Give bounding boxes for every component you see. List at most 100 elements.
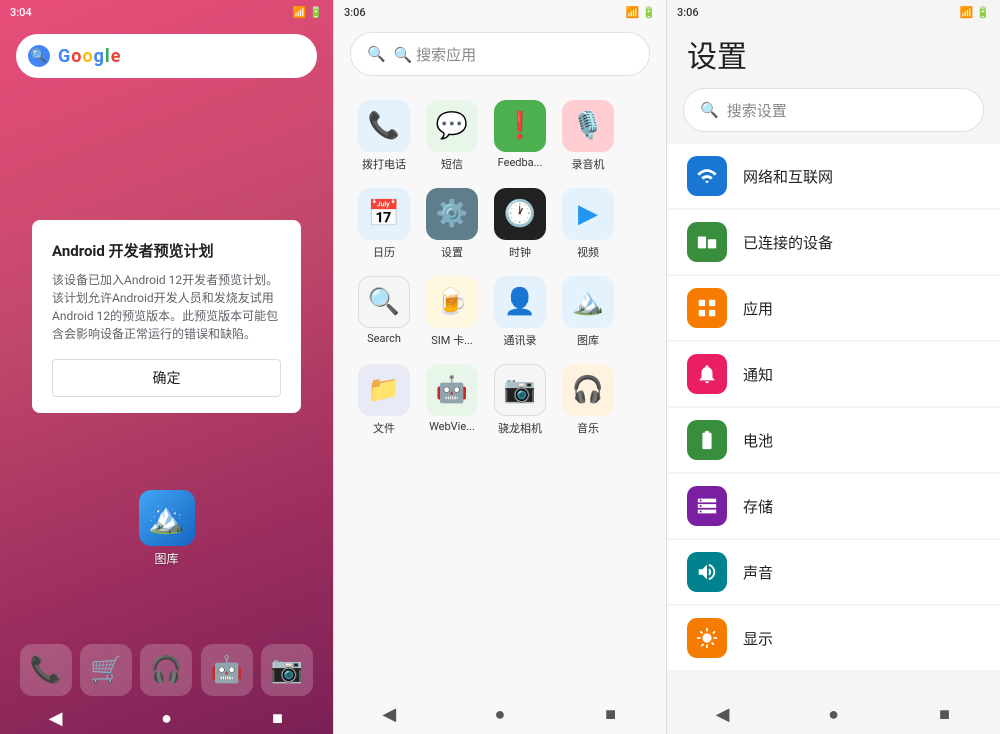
dock-phone[interactable]: 📞 (20, 644, 72, 696)
screen1-home-button[interactable]: ● (155, 706, 179, 730)
app-files-label: 文件 (373, 420, 395, 436)
app-contacts-label: 通讯录 (504, 332, 537, 348)
dock-apps-row: 📞 🛒 🎧 🤖 📷 (0, 634, 333, 706)
screen3-settings: 3:06 📶 🔋 设置 🔍 搜索设置 网络和互联网 已连接的设备 (667, 0, 1000, 734)
screen2-appdrawer: 3:06 📶 🔋 🔍 🔍 搜索应用 📞 拨打电话 💬 短信 ❗ (333, 0, 667, 734)
app-contacts-icon: 👤 (494, 276, 546, 328)
app-feedback[interactable]: ❗ Feedba... (490, 100, 550, 172)
settings-connected-label: 已连接的设备 (743, 232, 833, 253)
screen1-recents-button[interactable]: ■ (266, 706, 290, 730)
screen3-statusbar-right: 📶 🔋 (960, 6, 990, 19)
settings-notifications-label: 通知 (743, 364, 773, 385)
dock-camera[interactable]: 📷 (261, 644, 313, 696)
search-apps-bar[interactable]: 🔍 🔍 搜索应用 (350, 32, 650, 76)
bottom-dock: 📞 🛒 🎧 🤖 📷 ◀ ● ■ (0, 634, 333, 734)
settings-item-network[interactable]: 网络和互联网 (667, 144, 1000, 208)
app-recorder-label: 录音机 (572, 156, 605, 172)
screen3-home-button[interactable]: ● (822, 702, 846, 726)
app-webview-label: WebVie... (429, 420, 475, 433)
screen3-back-button[interactable]: ◀ (711, 702, 735, 726)
screen2-back-button[interactable]: ◀ (377, 702, 401, 726)
app-settings[interactable]: ⚙️ 设置 (422, 188, 482, 260)
search-apps-placeholder: 🔍 搜索应用 (394, 44, 476, 65)
app-feedback-icon: ❗ (494, 100, 546, 152)
settings-item-sound[interactable]: 声音 (667, 540, 1000, 604)
settings-item-battery[interactable]: 电池 (667, 408, 1000, 472)
app-search-icon: 🔍 (358, 276, 410, 328)
screen1-battery-icon: 🔋 (309, 6, 323, 19)
google-logo-text: Google (58, 46, 121, 67)
app-settings-icon: ⚙️ (426, 188, 478, 240)
app-webview[interactable]: 🤖 WebVie... (422, 364, 482, 436)
screen1-back-button[interactable]: ◀ (44, 706, 68, 730)
app-gallery-icon: 🏔️ (562, 276, 614, 328)
app-video-label: 视频 (577, 244, 599, 260)
settings-item-display[interactable]: 显示 (667, 606, 1000, 670)
google-search-bar[interactable]: 🔍 Google (16, 34, 317, 78)
settings-item-storage[interactable]: 存储 (667, 474, 1000, 538)
dialog-confirm-button[interactable]: 确定 (52, 359, 281, 397)
app-search[interactable]: 🔍 Search (354, 276, 414, 348)
app-clock-icon: 🕐 (494, 188, 546, 240)
sound-icon (687, 552, 727, 592)
app-calendar[interactable]: 📅 日历 (354, 188, 414, 260)
app-snapcamera-label: 骁龙相机 (498, 420, 542, 436)
app-sim[interactable]: 🍺 SIM 卡... (422, 276, 482, 348)
screen1-statusbar-right: 📶 🔋 (293, 6, 323, 19)
app-phone[interactable]: 📞 拨打电话 (354, 100, 414, 172)
screen3-navbar: ◀ ● ■ (667, 698, 1000, 734)
app-phone-icon: 📞 (358, 100, 410, 152)
screen3-battery-icon: 🔋 (976, 6, 990, 19)
search-settings-placeholder: 搜索设置 (727, 100, 787, 121)
app-feedback-label: Feedba... (498, 156, 543, 169)
app-clock-label: 时钟 (509, 244, 531, 260)
dock-store[interactable]: 🛒 (80, 644, 132, 696)
screen2-statusbar: 3:06 📶 🔋 (334, 0, 666, 24)
app-snapcamera[interactable]: 📷 骁龙相机 (490, 364, 550, 436)
google-search-icon: 🔍 (28, 45, 50, 67)
app-video[interactable]: ▶ 视频 (558, 188, 618, 260)
screen1-navbar: ◀ ● ■ (0, 706, 333, 734)
dock-store-icon: 🛒 (90, 655, 122, 685)
app-recorder[interactable]: 🎙️ 录音机 (558, 100, 618, 172)
wifi-icon (687, 156, 727, 196)
settings-item-apps[interactable]: 应用 (667, 276, 1000, 340)
screen2-time: 3:06 (344, 6, 366, 19)
dock-phone-icon: 📞 (30, 655, 62, 685)
screen2-recents-button[interactable]: ■ (599, 702, 623, 726)
app-snapcamera-icon: 📷 (494, 364, 546, 416)
search-settings-icon: 🔍 (700, 101, 719, 119)
app-clock[interactable]: 🕐 时钟 (490, 188, 550, 260)
app-gallery-label: 图库 (577, 332, 599, 348)
gallery-icon-home[interactable]: 🏔️ 图库 (139, 490, 195, 567)
dock-music[interactable]: 🎧 (140, 644, 192, 696)
settings-apps-label: 应用 (743, 298, 773, 319)
app-video-icon: ▶ (562, 188, 614, 240)
bell-icon (687, 354, 727, 394)
screen3-recents-button[interactable]: ■ (933, 702, 957, 726)
app-gallery[interactable]: 🏔️ 图库 (558, 276, 618, 348)
search-settings-bar[interactable]: 🔍 搜索设置 (683, 88, 984, 132)
settings-battery-label: 电池 (743, 430, 773, 451)
dock-camera-icon: 📷 (271, 655, 303, 685)
search-apps-icon: 🔍 (367, 45, 386, 63)
settings-item-notifications[interactable]: 通知 (667, 342, 1000, 406)
app-settings-label: 设置 (441, 244, 463, 260)
settings-page-title: 设置 (667, 24, 1000, 88)
app-sim-label: SIM 卡... (431, 332, 473, 348)
display-icon (687, 618, 727, 658)
app-files[interactable]: 📁 文件 (354, 364, 414, 436)
dock-android[interactable]: 🤖 (201, 644, 253, 696)
settings-item-connected-devices[interactable]: 已连接的设备 (667, 210, 1000, 274)
app-calendar-icon: 📅 (358, 188, 410, 240)
screen2-home-button[interactable]: ● (488, 702, 512, 726)
connected-devices-icon (687, 222, 727, 262)
dialog-title: Android 开发者预览计划 (52, 240, 281, 261)
screen1-homescreen: 3:04 📶 🔋 🔍 Google Android 开发者预览计划 该设备已加入… (0, 0, 333, 734)
app-files-icon: 📁 (358, 364, 410, 416)
app-contacts[interactable]: 👤 通讯录 (490, 276, 550, 348)
app-sms-label: 短信 (441, 156, 463, 172)
app-sms[interactable]: 💬 短信 (422, 100, 482, 172)
dialog-content: 该设备已加入Android 12开发者预览计划。该计划允许Android开发人员… (52, 271, 281, 343)
app-music[interactable]: 🎧 音乐 (558, 364, 618, 436)
